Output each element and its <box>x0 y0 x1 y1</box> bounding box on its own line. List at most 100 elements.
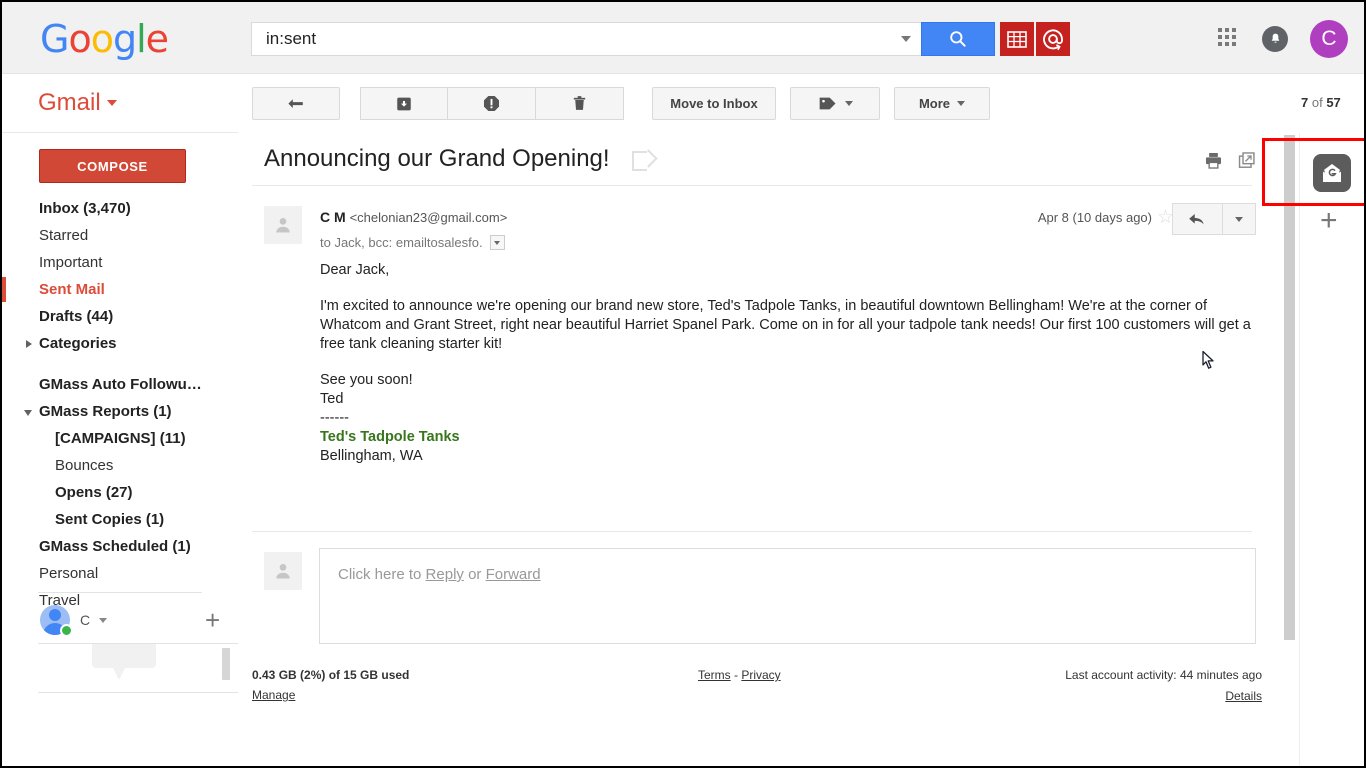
apps-grid-icon[interactable] <box>1218 28 1240 50</box>
sidebar-item-label: Personal <box>39 565 98 582</box>
reply-button[interactable] <box>1172 203 1222 235</box>
recipients-text: to Jack, bcc: emailtosalesfo. <box>320 235 483 250</box>
archive-icon <box>395 95 413 113</box>
body-closing: See you soon! <box>320 371 1260 390</box>
account-avatar[interactable]: C <box>1310 20 1348 58</box>
body-paragraph: I'm excited to announce we're opening ou… <box>320 297 1260 354</box>
privacy-link[interactable]: Privacy <box>741 668 780 682</box>
signature-company: Ted's Tadpole Tanks <box>320 428 1260 447</box>
page-title: Announcing our Grand Opening! <box>264 145 610 173</box>
pagination-counter: 7 of 57 <box>1301 95 1341 110</box>
archive-button[interactable] <box>360 87 448 120</box>
move-to-inbox-button[interactable]: Move to Inbox <box>652 87 776 120</box>
open-in-new-window-button[interactable] <box>1237 151 1256 170</box>
add-contact-button[interactable]: + <box>205 610 220 630</box>
more-label: More <box>919 96 950 111</box>
print-icon <box>1204 151 1223 170</box>
header-divider <box>252 185 1252 186</box>
reply-prefix: Click here to <box>338 566 426 583</box>
more-reply-options-button[interactable] <box>1222 203 1256 235</box>
recipients-line: to Jack, bcc: emailtosalesfo. <box>320 235 505 250</box>
chevron-right-icon[interactable] <box>26 340 32 348</box>
add-addon-button[interactable]: + <box>1320 208 1338 234</box>
print-button[interactable] <box>1204 151 1223 170</box>
sidebar-item-label: GMass Reports (1) <box>39 403 172 420</box>
sender-name: C M <box>320 209 346 225</box>
chevron-down-icon[interactable] <box>24 410 32 416</box>
delete-button[interactable] <box>536 87 624 120</box>
gmass-envelope-icon <box>1320 161 1344 185</box>
search-box[interactable] <box>251 22 921 56</box>
reply-compose-box[interactable]: Click here to Reply or Forward <box>319 548 1256 644</box>
gmass-at-button[interactable] <box>1036 22 1070 56</box>
chevron-down-icon <box>107 100 117 106</box>
page-footer: 0.43 GB (2%) of 15 GB used Manage Terms … <box>238 663 1282 743</box>
report-spam-button[interactable] <box>448 87 536 120</box>
manage-storage-link[interactable]: Manage <box>252 688 295 702</box>
sidebar-item-label: Bounces <box>55 457 113 474</box>
gmail-window: Google <box>0 0 1366 768</box>
sidebar-item-sent-mail[interactable]: Sent Mail <box>2 276 238 303</box>
search-button[interactable] <box>921 22 995 56</box>
activity-details-link[interactable]: Details <box>1225 689 1262 703</box>
sidebar-item-label: Sent Copies (1) <box>55 511 164 528</box>
report-spam-icon <box>482 94 501 113</box>
search-icon <box>948 29 968 49</box>
sidebar-rule <box>38 592 202 593</box>
gmail-brand-label: Gmail <box>38 89 101 116</box>
gmass-spreadsheet-button[interactable] <box>1000 22 1034 56</box>
sidebar-item-starred[interactable]: Starred <box>2 222 238 249</box>
reply-avatar <box>264 552 302 590</box>
message-scrollbar-thumb[interactable] <box>1284 135 1295 640</box>
notifications-button[interactable] <box>1262 26 1288 52</box>
sidebar-item-drafts[interactable]: Drafts (44) <box>2 303 238 330</box>
sidebar-item-important[interactable]: Important <box>2 249 238 276</box>
sidebar-item-label: [CAMPAIGNS] (11) <box>55 430 186 447</box>
message-date: Apr 8 (10 days ago) <box>1038 210 1152 225</box>
chat-header: C + <box>2 602 238 638</box>
search-options-chevron-down-icon[interactable] <box>901 36 911 42</box>
sidebar-item-personal[interactable]: Personal <box>2 560 238 587</box>
sidebar-item-gmass-scheduled[interactable]: GMass Scheduled (1) <box>2 533 238 560</box>
sidebar-divider <box>2 132 238 133</box>
terms-link[interactable]: Terms <box>698 668 731 682</box>
chevron-down-icon[interactable] <box>99 618 107 623</box>
sidebar-item-inbox[interactable]: Inbox (3,470) <box>2 195 238 222</box>
logo-letter-g1: G <box>40 17 68 61</box>
sidebar-item-campaigns[interactable]: [CAMPAIGNS] (11) <box>2 425 238 452</box>
body-greeting: Dear Jack, <box>320 261 1260 280</box>
sidebar-item-bounces[interactable]: Bounces <box>2 452 238 479</box>
sidebar-item-opens[interactable]: Opens (27) <box>2 479 238 506</box>
google-logo[interactable]: Google <box>40 20 168 58</box>
sender-email: <chelonian23@gmail.com> <box>350 210 508 225</box>
terms-separator: - <box>731 668 742 682</box>
left-sidebar: Gmail COMPOSE Inbox (3,470) Starred Impo… <box>2 75 238 766</box>
back-to-list-button[interactable] <box>252 87 340 120</box>
more-button[interactable]: More <box>894 87 990 120</box>
sidebar-nav-list: Inbox (3,470) Starred Important Sent Mai… <box>2 195 238 614</box>
compose-button[interactable]: COMPOSE <box>39 149 186 183</box>
sidebar-item-categories[interactable]: Categories <box>2 330 238 357</box>
sidebar-item-label: Starred <box>39 227 88 244</box>
gmass-addon-button[interactable] <box>1313 154 1351 192</box>
message-pane: Announcing our Grand Opening! <box>238 133 1282 766</box>
forward-link[interactable]: Forward <box>486 566 541 583</box>
logo-letter-o1: o <box>68 17 90 61</box>
gmail-brand-menu[interactable]: Gmail <box>38 89 117 117</box>
search-input[interactable] <box>264 23 864 55</box>
chat-scrollbar[interactable] <box>222 648 230 680</box>
labels-button[interactable] <box>790 87 880 120</box>
sidebar-item-label: Important <box>39 254 102 271</box>
pagination-total: 57 <box>1326 95 1340 110</box>
chat-user-name[interactable]: C <box>80 612 90 628</box>
message-reply-group <box>1172 203 1256 235</box>
label-outline-icon[interactable] <box>632 151 652 167</box>
reply-or: or <box>464 566 486 583</box>
reply-divider <box>252 531 1252 532</box>
show-details-chevron-down-icon[interactable] <box>490 235 505 250</box>
reply-link[interactable]: Reply <box>426 566 464 583</box>
body-divider: ------ <box>320 409 1260 428</box>
sidebar-item-sent-copies[interactable]: Sent Copies (1) <box>2 506 238 533</box>
sidebar-item-gmass-auto-followup[interactable]: GMass Auto Followu… <box>2 371 238 398</box>
sidebar-item-gmass-reports[interactable]: GMass Reports (1) <box>2 398 238 425</box>
